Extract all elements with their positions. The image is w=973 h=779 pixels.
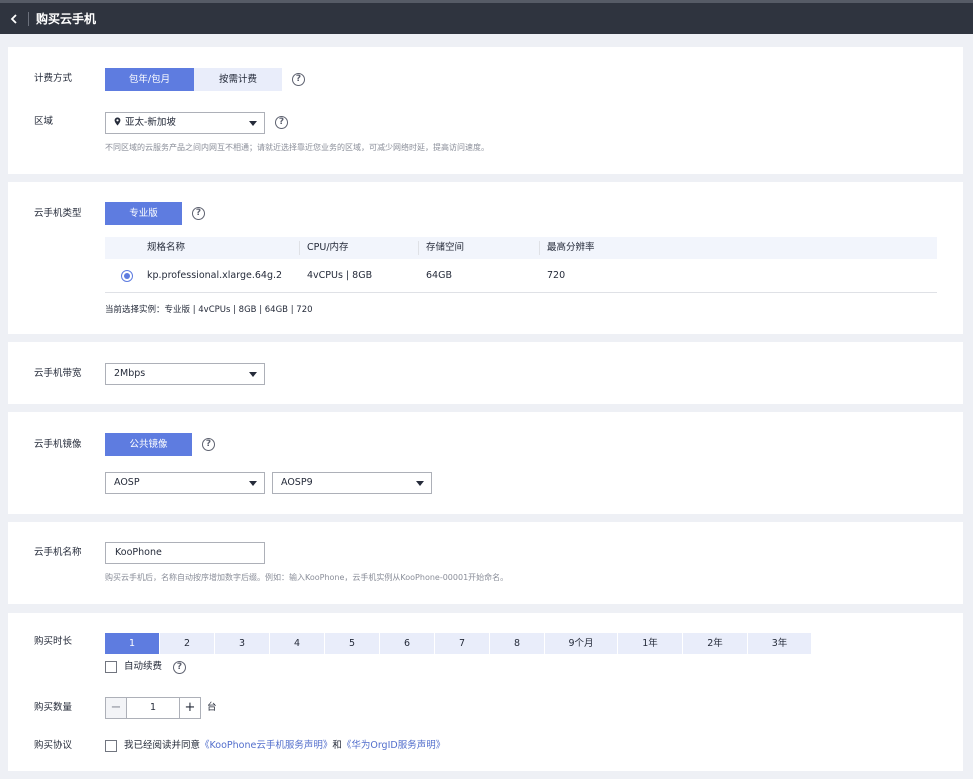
phone-type-help-icon[interactable]: ? (192, 207, 205, 220)
col-max-resolution: 最高分辨率 (547, 242, 595, 253)
phone-name-input[interactable]: KooPhone (105, 542, 265, 564)
quantity-stepper: − 1 + (105, 697, 201, 719)
auto-renew-help-icon[interactable]: ? (173, 661, 186, 674)
auto-renew-label: 自动续费 (124, 661, 163, 672)
col-divider (418, 241, 419, 255)
name-hint: 购买云手机后，名称自动按序增加数字后缀。例如：输入KooPhone，云手机实例从… (105, 573, 509, 582)
back-button[interactable] (0, 3, 28, 34)
duration-option-9-months[interactable]: 9个月 (545, 633, 617, 654)
duration-option-2[interactable]: 2 (160, 633, 214, 654)
phone-type-card: 云手机类型 专业版 ? 规格名称 CPU/内存 存储空间 最高分辨率 kp.pr… (8, 182, 963, 334)
agreement-middle: 和 (332, 740, 342, 751)
billing-option-yearly-monthly[interactable]: 包年/包月 (105, 68, 194, 91)
col-divider (539, 241, 540, 255)
image-version-select[interactable]: AOSP9 (272, 472, 432, 494)
koophone-service-statement-link[interactable]: 《KooPhone云手机服务声明》 (200, 740, 332, 751)
auto-renew-checkbox[interactable] (105, 661, 117, 673)
page-title: 购买云手机 (36, 12, 97, 26)
col-divider (299, 241, 300, 255)
duration-option-1-year[interactable]: 1年 (618, 633, 682, 654)
table-row[interactable]: kp.professional.xlarge.64g.2 4vCPUs | 8G… (105, 259, 937, 293)
chevron-down-icon (249, 372, 257, 377)
image-card: 云手机镜像 公共镜像 ? AOSP AOSP9 (8, 412, 963, 514)
region-select[interactable]: 亚太-新加坡 (105, 112, 265, 134)
chevron-down-icon (416, 481, 424, 486)
bandwidth-select[interactable]: 2Mbps (105, 363, 265, 385)
region-value: 亚太-新加坡 (125, 117, 176, 128)
quantity-decrease-button[interactable]: − (106, 698, 127, 718)
cpu-cell: 4vCPUs | 8GB (307, 270, 373, 281)
image-help-icon[interactable]: ? (202, 438, 215, 451)
quantity-input[interactable]: 1 (128, 698, 178, 718)
bandwidth-label: 云手机带宽 (34, 368, 82, 379)
col-storage: 存储空间 (426, 242, 465, 253)
duration-option-2-years[interactable]: 2年 (683, 633, 747, 654)
orgid-service-statement-link[interactable]: 《华为OrgID服务声明》 (342, 740, 445, 751)
chevron-down-icon (249, 481, 257, 486)
quantity-label: 购买数量 (34, 702, 73, 713)
duration-option-8[interactable]: 8 (490, 633, 544, 654)
duration-option-5[interactable]: 5 (325, 633, 379, 654)
bandwidth-card: 云手机带宽 2Mbps (8, 342, 963, 404)
duration-option-3[interactable]: 3 (215, 633, 269, 654)
image-version-value: AOSP9 (281, 477, 313, 488)
billing-help-icon[interactable]: ? (292, 73, 305, 86)
col-spec-name: 规格名称 (147, 242, 186, 253)
current-selection-summary: 当前选择实例：专业版 | 4vCPUs | 8GB | 64GB | 720 (105, 305, 313, 315)
header-divider (28, 11, 29, 26)
location-pin-icon (114, 117, 121, 126)
billing-option-on-demand[interactable]: 按需计费 (194, 68, 282, 91)
region-hint: 不同区域的云服务产品之间内网互不相通；请就近选择靠近您业务的区域，可减少网络时延… (105, 143, 489, 152)
duration-option-3-years[interactable]: 3年 (748, 633, 811, 654)
chevron-left-icon (10, 13, 17, 24)
professional-edition-button[interactable]: 专业版 (105, 202, 182, 225)
public-image-button[interactable]: 公共镜像 (105, 433, 192, 456)
duration-option-1[interactable]: 1 (105, 633, 159, 654)
name-label: 云手机名称 (34, 547, 82, 558)
agreement-checkbox[interactable] (105, 740, 117, 752)
top-bar: 购买云手机 (0, 0, 973, 34)
region-label: 区域 (34, 116, 54, 127)
quantity-unit: 台 (207, 702, 217, 713)
duration-option-4[interactable]: 4 (270, 633, 324, 654)
quantity-increase-button[interactable]: + (179, 698, 200, 718)
image-os-select[interactable]: AOSP (105, 472, 265, 494)
image-os-value: AOSP (114, 477, 140, 488)
storage-cell: 64GB (426, 270, 452, 281)
name-card: 云手机名称 KooPhone 购买云手机后，名称自动按序增加数字后缀。例如：输入… (8, 522, 963, 604)
agreement-text: 我已经阅读并同意《KooPhone云手机服务声明》和《华为OrgID服务声明》 (124, 740, 445, 752)
bandwidth-value: 2Mbps (114, 368, 146, 379)
chevron-down-icon (249, 121, 257, 126)
phone-type-label: 云手机类型 (34, 208, 82, 219)
image-label: 云手机镜像 (34, 439, 82, 450)
duration-label: 购买时长 (34, 636, 73, 647)
spec-name-cell: kp.professional.xlarge.64g.2 (147, 270, 283, 281)
resolution-cell: 720 (547, 270, 566, 281)
agreement-label: 购买协议 (34, 740, 73, 751)
billing-label: 计费方式 (34, 73, 73, 84)
spec-radio-selected[interactable] (121, 270, 133, 282)
agreement-prefix: 我已经阅读并同意 (124, 740, 201, 751)
region-help-icon[interactable]: ? (275, 116, 288, 129)
col-cpu-memory: CPU/内存 (307, 242, 349, 253)
duration-option-6[interactable]: 6 (380, 633, 434, 654)
purchase-card: 购买时长 1 2 3 4 5 6 7 8 9个月 1年 2年 3年 自动续费 ?… (8, 613, 963, 771)
duration-option-7[interactable]: 7 (435, 633, 489, 654)
spec-table-header: 规格名称 CPU/内存 存储空间 最高分辨率 (105, 237, 937, 259)
billing-region-card: 计费方式 包年/包月 按需计费 ? 区域 亚太-新加坡 ? 不同区域的云服务产品… (8, 47, 963, 174)
